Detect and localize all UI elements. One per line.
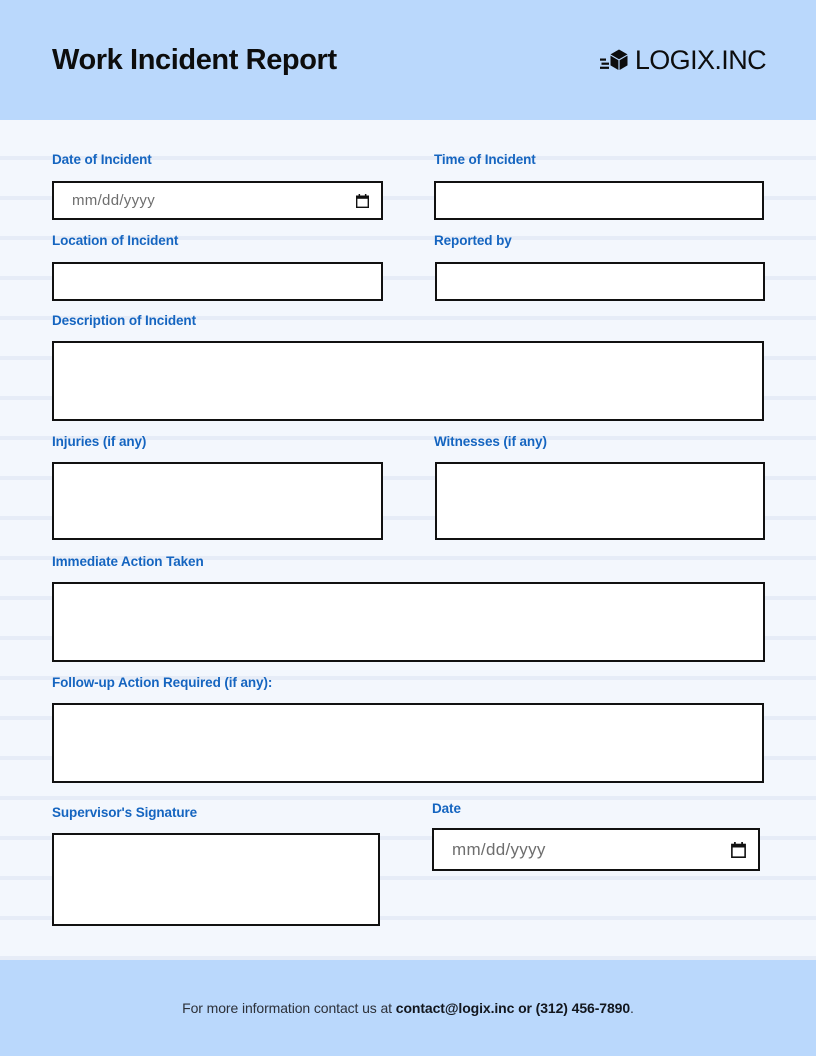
input-date-of-incident[interactable]: mm/dd/yyyy [52, 181, 383, 220]
label-date-of-incident: Date of Incident [52, 152, 152, 167]
label-time-of-incident: Time of Incident [434, 152, 536, 167]
page-title: Work Incident Report [52, 43, 337, 76]
calendar-icon[interactable] [355, 193, 370, 208]
input-witnesses[interactable] [435, 462, 765, 540]
page-footer: For more information contact us at conta… [0, 960, 816, 1056]
input-time-of-incident[interactable] [434, 181, 764, 220]
input-location-of-incident[interactable] [52, 262, 383, 301]
footer-text-before: For more information contact us at [182, 1000, 396, 1016]
calendar-icon[interactable] [731, 841, 746, 858]
label-witnesses: Witnesses (if any) [434, 434, 547, 449]
input-description-of-incident[interactable] [52, 341, 764, 421]
date-placeholder: mm/dd/yyyy [452, 839, 546, 859]
brand-logo: LOGIX.INC [599, 44, 767, 76]
form-body: Date of Incident mm/dd/yyyy Time of Inci… [0, 120, 816, 960]
date-placeholder: mm/dd/yyyy [72, 192, 156, 209]
input-immediate-action-taken[interactable] [52, 582, 765, 662]
label-injuries: Injuries (if any) [52, 434, 147, 449]
label-immediate-action-taken: Immediate Action Taken [52, 554, 204, 569]
label-supervisors-signature: Supervisor's Signature [52, 805, 198, 820]
input-supervisors-signature[interactable] [52, 833, 380, 926]
cube-box-icon [599, 47, 630, 73]
label-follow-up-action-required: Follow-up Action Required (if any): [52, 675, 273, 690]
input-follow-up-action-required[interactable] [52, 703, 764, 783]
incident-report-page: Work Incident Report LOGIX.INC Date of I… [0, 0, 816, 1056]
input-reported-by[interactable] [435, 262, 765, 301]
brand-name: LOGIX.INC [634, 44, 767, 75]
footer-contact-text: For more information contact us at conta… [182, 1000, 634, 1016]
input-injuries[interactable] [52, 462, 383, 540]
input-signature-date[interactable]: mm/dd/yyyy [432, 828, 760, 871]
page-header: Work Incident Report LOGIX.INC [0, 0, 816, 120]
label-reported-by: Reported by [434, 233, 512, 248]
label-location-of-incident: Location of Incident [52, 233, 179, 248]
footer-contact-details: contact@logix.inc or (312) 456-7890 [395, 1000, 631, 1016]
label-signature-date: Date [432, 801, 461, 816]
footer-text-after: . [630, 1000, 634, 1016]
label-description-of-incident: Description of Incident [52, 313, 196, 328]
